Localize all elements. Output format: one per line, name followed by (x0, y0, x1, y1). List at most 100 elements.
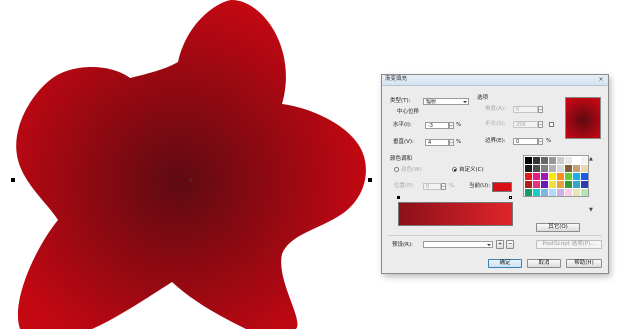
palette-swatch[interactable] (540, 172, 548, 180)
preset-label: 预设(R): (392, 242, 413, 248)
angle-label: 角度(A): (485, 106, 506, 112)
palette-swatch[interactable] (532, 172, 540, 180)
position-label: 位置(P): (394, 183, 415, 189)
palette-swatch[interactable] (572, 180, 580, 188)
custom-label: 自定义(C) (459, 167, 484, 173)
horizontal-input[interactable]: -3 (425, 122, 449, 129)
dialog-titlebar[interactable]: 渐变填充 × (382, 75, 608, 86)
edge-pad-input[interactable]: 0 (513, 138, 538, 145)
ok-button[interactable]: 确定 (488, 259, 522, 268)
palette-swatch[interactable] (532, 156, 540, 164)
palette-swatch[interactable] (580, 180, 588, 188)
palette-swatch[interactable] (532, 180, 540, 188)
center-marker-icon: × (188, 177, 193, 184)
palette-swatch[interactable] (556, 172, 564, 180)
selection-handle-left[interactable] (11, 178, 15, 182)
palette-swatch[interactable] (556, 156, 564, 164)
palette-swatch[interactable] (548, 188, 556, 196)
horizontal-spinner[interactable] (449, 122, 454, 129)
palette-swatch[interactable] (564, 164, 572, 172)
palette-scroll-up-icon[interactable]: ▲ (589, 157, 593, 162)
palette-swatch[interactable] (564, 156, 572, 164)
palette-swatch[interactable] (540, 180, 548, 188)
palette-swatch[interactable] (548, 180, 556, 188)
type-label: 类型(T): (390, 98, 411, 104)
steps-label: 步长(S): (485, 121, 506, 127)
palette-swatch[interactable] (540, 188, 548, 196)
palette-scroll-down-icon[interactable]: ▼ (589, 208, 593, 213)
palette-swatch[interactable] (580, 172, 588, 180)
two-color-label: 双色(W) (401, 167, 422, 173)
position-input[interactable]: 0 (423, 183, 441, 190)
horizontal-unit: % (456, 122, 462, 128)
ramp-start-marker[interactable] (397, 196, 400, 199)
center-offset-label: 中心位移 (397, 109, 420, 115)
steps-input[interactable]: 256 (513, 121, 538, 128)
palette-swatch[interactable] (556, 164, 564, 172)
custom-radio[interactable] (452, 167, 457, 172)
position-spinner[interactable] (441, 183, 446, 190)
steps-spinner[interactable] (538, 121, 543, 128)
edge-pad-spinner[interactable] (538, 138, 543, 145)
edge-pad-label: 边界(E): (485, 138, 506, 144)
palette-swatch[interactable] (532, 164, 540, 172)
type-dropdown-value: 辐射 (426, 99, 437, 105)
selection-handle-right[interactable] (368, 178, 372, 182)
vertical-input[interactable]: 4 (425, 139, 449, 146)
palette-swatch[interactable] (580, 156, 588, 164)
palette-swatch[interactable] (572, 188, 580, 196)
help-button[interactable]: 帮助(H) (566, 259, 602, 268)
options-label: 选项 (477, 95, 489, 101)
palette-swatch[interactable] (524, 180, 532, 188)
gradient-ramp[interactable] (398, 202, 513, 226)
vertical-unit: % (456, 139, 462, 145)
palette-swatch[interactable] (524, 188, 532, 196)
palette-swatch[interactable] (540, 156, 548, 164)
color-blend-label: 颜色调和 (390, 156, 413, 162)
close-button[interactable]: × (596, 76, 606, 83)
palette-swatch[interactable] (580, 164, 588, 172)
postscript-options-button[interactable]: PostScript 选项(P)... (536, 240, 602, 249)
others-button[interactable]: 其它(O) (536, 223, 580, 232)
palette-swatch[interactable] (572, 156, 580, 164)
flower-shape[interactable] (16, 0, 366, 329)
palette-swatch[interactable] (532, 188, 540, 196)
fountain-fill-dialog: 渐变填充 × 类型(T): 辐射 选项 角度(A): 0 步长(S): 256 … (381, 74, 609, 274)
add-preset-button[interactable]: + (496, 240, 504, 249)
edge-pad-unit: % (546, 138, 552, 144)
current-color-label: 当前(U): (469, 183, 491, 189)
preset-dropdown[interactable] (423, 241, 493, 248)
lock-steps-icon[interactable] (549, 122, 554, 127)
two-color-radio[interactable] (394, 167, 399, 172)
chevron-down-icon (463, 101, 467, 103)
type-dropdown[interactable]: 辐射 (423, 98, 469, 105)
angle-input[interactable]: 0 (513, 106, 538, 113)
angle-spinner[interactable] (538, 106, 543, 113)
palette-swatch[interactable] (564, 172, 572, 180)
cancel-button[interactable]: 取消 (527, 259, 561, 268)
palette-swatch[interactable] (556, 188, 564, 196)
palette-swatch[interactable] (524, 164, 532, 172)
position-unit: % (449, 183, 455, 189)
color-palette[interactable] (523, 155, 589, 197)
palette-swatch[interactable] (572, 164, 580, 172)
ramp-end-marker[interactable] (509, 196, 512, 199)
palette-swatch[interactable] (564, 180, 572, 188)
horizontal-label: 水平(I): (393, 122, 412, 128)
chevron-down-icon (487, 244, 491, 246)
palette-swatch[interactable] (564, 188, 572, 196)
divider (388, 235, 602, 236)
palette-swatch[interactable] (548, 164, 556, 172)
remove-preset-button[interactable]: − (506, 240, 514, 249)
vertical-spinner[interactable] (449, 139, 454, 146)
palette-swatch[interactable] (540, 164, 548, 172)
palette-swatch[interactable] (524, 156, 532, 164)
palette-swatch[interactable] (580, 188, 588, 196)
palette-swatch[interactable] (572, 172, 580, 180)
palette-swatch[interactable] (524, 172, 532, 180)
fill-preview (565, 97, 601, 139)
palette-swatch[interactable] (548, 172, 556, 180)
palette-swatch[interactable] (556, 180, 564, 188)
current-color-swatch[interactable] (492, 182, 512, 192)
palette-swatch[interactable] (548, 156, 556, 164)
